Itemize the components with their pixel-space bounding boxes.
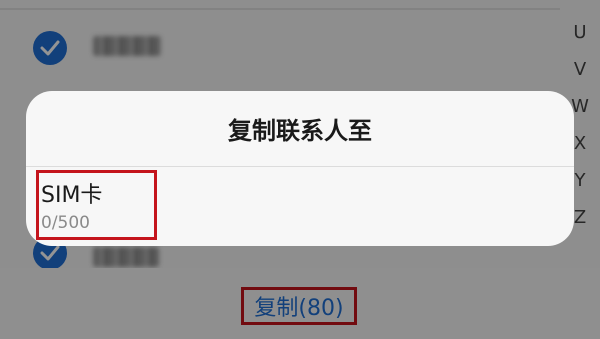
sim-card-capacity: 0/500 <box>41 213 90 233</box>
dialog-title: 复制联系人至 <box>228 117 372 145</box>
copy-contacts-dialog: 复制联系人至 SIM卡 0/500 <box>26 91 574 246</box>
sim-card-label: SIM卡 <box>41 183 103 208</box>
dialog-divider <box>26 166 574 167</box>
